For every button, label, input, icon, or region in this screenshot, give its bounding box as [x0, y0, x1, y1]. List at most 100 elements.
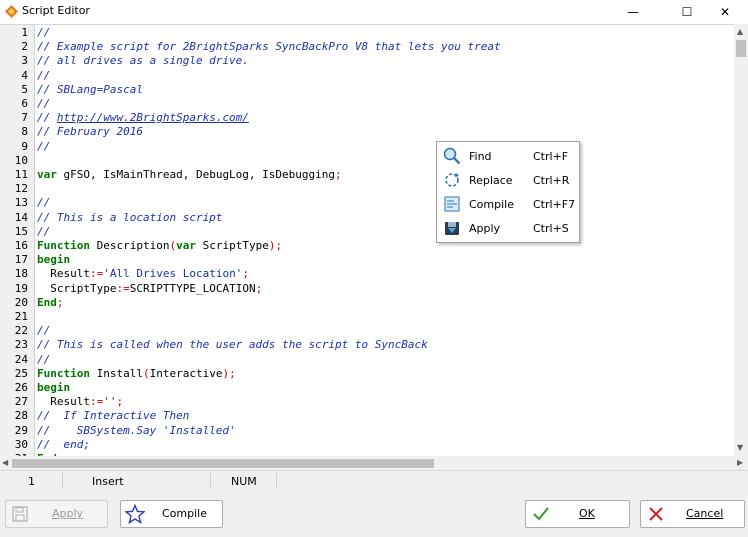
- close-button[interactable]: ✕: [702, 0, 748, 24]
- code-text: // http://www.2BrightSparks.com/: [37, 111, 249, 125]
- menu-item-replace[interactable]: Replace Ctrl+R: [437, 168, 579, 192]
- code-line[interactable]: 29 // SBSystem.Say 'Installed': [0, 424, 734, 438]
- code-text: //: [37, 225, 50, 239]
- code-line[interactable]: 9 //: [0, 140, 734, 154]
- code-token: //: [37, 68, 51, 82]
- scroll-down-icon[interactable]: ▼: [737, 443, 743, 452]
- status-bar: 1 Insert NUM: [0, 470, 748, 491]
- menu-item-apply[interactable]: Apply Ctrl+S: [437, 216, 579, 240]
- code-token: var: [37, 168, 57, 181]
- code-token: ;: [242, 267, 249, 281]
- line-number: 9: [21, 139, 28, 153]
- code-line[interactable]: 22 //: [0, 324, 734, 338]
- code-token: //: [37, 26, 51, 39]
- code-link[interactable]: http://www.2BrightSparks.com/: [57, 111, 249, 124]
- code-text: Result:='All Drives Location';: [37, 267, 249, 281]
- star-icon: [125, 504, 145, 524]
- scroll-up-icon[interactable]: ▲: [737, 27, 743, 36]
- code-token: begin: [37, 253, 71, 267]
- scroll-left-icon[interactable]: ◀: [2, 458, 8, 467]
- code-token: // all drives as a single drive.: [37, 54, 249, 68]
- menu-replace-label: Replace: [469, 174, 513, 187]
- code-token: begin: [37, 381, 71, 394]
- code-line[interactable]: 21: [0, 310, 734, 324]
- cancel-button[interactable]: Cancel: [640, 500, 745, 528]
- line-number: 16: [14, 239, 28, 252]
- ok-label: OK: [579, 507, 595, 520]
- minimize-button[interactable]: —: [610, 0, 656, 24]
- code-text: // If Interactive Then: [37, 409, 189, 423]
- vertical-scroll-thumb[interactable]: [736, 40, 746, 57]
- code-line[interactable]: 13 //: [0, 196, 734, 210]
- code-line[interactable]: 18 Result:='All Drives Location';: [0, 267, 734, 281]
- code-token: // If Interactive Then: [37, 409, 190, 423]
- code-line[interactable]: 28 // If Interactive Then: [0, 409, 734, 423]
- status-mode: Insert: [92, 475, 124, 488]
- code-line[interactable]: 6 //: [0, 97, 734, 111]
- apply-button[interactable]: Apply: [5, 500, 108, 528]
- code-line[interactable]: 20 End;: [0, 296, 734, 310]
- code-line[interactable]: 5 // SBLang=Pascal: [0, 83, 734, 97]
- code-line[interactable]: 7 // http://www.2BrightSparks.com/: [0, 111, 734, 125]
- code-editor[interactable]: 1 // 2 // Example script for 2BrightSparks …: [0, 24, 748, 457]
- code-line[interactable]: 25 Function Install(Interactive);: [0, 367, 734, 381]
- code-line[interactable]: 26 begin: [0, 381, 734, 395]
- code-line[interactable]: 11 var gFSO, IsMainThread, DebugLog, IsDe…: [0, 168, 734, 182]
- code-line[interactable]: 19 ScriptType:=SCRIPTTYPE_LOCATION;: [0, 282, 734, 296]
- ok-button[interactable]: OK: [525, 500, 630, 528]
- code-text: // Example script for 2BrightSparks Sync…: [37, 40, 501, 54]
- code-line[interactable]: 15 //: [0, 225, 734, 239]
- code-line[interactable]: 24 //: [0, 353, 734, 367]
- line-number: 12: [14, 182, 28, 196]
- code-text: End;: [37, 296, 64, 310]
- code-line[interactable]: 27 Result:='';: [0, 395, 734, 409]
- code-token: (: [142, 366, 150, 380]
- code-token: // February 2016: [37, 125, 143, 139]
- vertical-scrollbar[interactable]: ▲ ▼: [734, 24, 748, 456]
- app-icon: [5, 5, 18, 18]
- cancel-label: Cancel: [686, 507, 724, 520]
- scroll-right-icon[interactable]: ▶: [737, 458, 743, 467]
- code-line[interactable]: 1 //: [0, 26, 734, 40]
- code-text: //: [37, 97, 50, 111]
- code-line[interactable]: 3 // all drives as a single drive.: [0, 54, 734, 68]
- code-token: Interactive: [149, 366, 223, 380]
- code-text: // all drives as a single drive.: [37, 54, 249, 68]
- menu-compile-label: Compile: [469, 198, 514, 211]
- line-number: 4: [21, 68, 28, 82]
- code-line[interactable]: 10: [0, 154, 734, 168]
- code-token: gFSO, IsMainThread, DebugLog, IsDebuggin…: [56, 168, 336, 181]
- code-token: ScriptType: [37, 281, 117, 295]
- horizontal-scroll-thumb[interactable]: [12, 459, 434, 468]
- code-token: );: [268, 239, 283, 252]
- code-token: );: [222, 366, 236, 380]
- line-number: 6: [21, 97, 28, 110]
- code-token: ;: [116, 395, 124, 409]
- code-line[interactable]: 4 //: [0, 69, 734, 83]
- line-number: 8: [21, 125, 28, 139]
- code-token: ;: [255, 281, 263, 295]
- code-line[interactable]: 2 // Example script for 2BrightSparks Syn…: [0, 40, 734, 54]
- code-line[interactable]: 8 // February 2016: [0, 125, 734, 139]
- replace-icon: [445, 173, 459, 187]
- code-token: // This is called when the user adds the…: [37, 338, 428, 352]
- line-number: 24: [14, 352, 28, 366]
- compile-button[interactable]: Compile: [120, 500, 223, 528]
- code-line[interactable]: 12: [0, 182, 734, 196]
- code-token: //: [37, 196, 51, 210]
- code-text: begin: [37, 253, 70, 267]
- code-line[interactable]: 23 // This is called when the user adds t…: [0, 338, 734, 352]
- menu-item-find[interactable]: Find Ctrl+F: [437, 144, 579, 168]
- code-line[interactable]: 17 begin: [0, 253, 734, 267]
- menu-item-compile[interactable]: Compile Ctrl+F7: [437, 192, 579, 216]
- line-number: 19: [14, 281, 28, 295]
- code-line[interactable]: 30 // end;: [0, 438, 734, 452]
- code-text: // end;: [37, 438, 90, 452]
- code-token: ;: [335, 168, 342, 181]
- line-number: 7: [21, 111, 28, 125]
- code-line[interactable]: 16 Function Description(var ScriptType);: [0, 239, 734, 253]
- code-text: //: [37, 196, 50, 210]
- menu-compile-shortcut: Ctrl+F7: [533, 198, 576, 211]
- code-line[interactable]: 14 // This is a location script: [0, 211, 734, 225]
- code-token: var: [176, 239, 196, 252]
